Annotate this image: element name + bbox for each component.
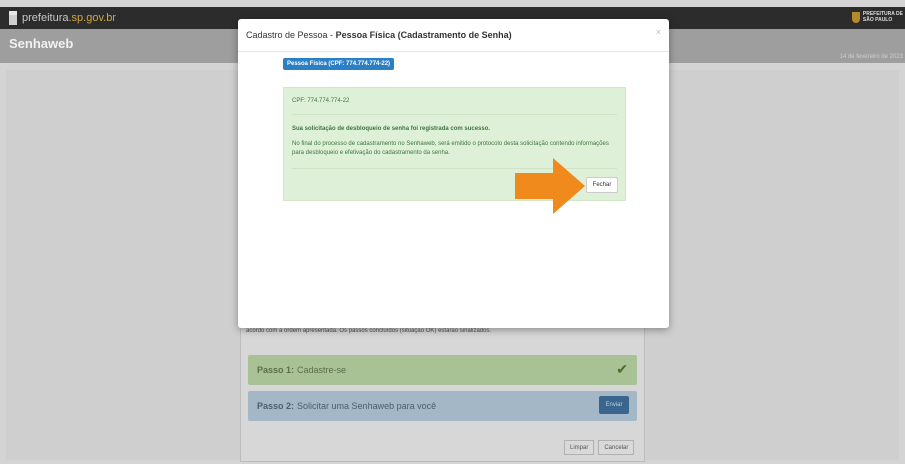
step-1-text[interactable]: Cadastre-se [297,365,346,375]
step-1-label: Passo 1: [257,365,295,375]
divider [292,114,617,115]
cancelar-button[interactable]: Cancelar [598,440,635,455]
pref-line2: SÃO PAULO [862,17,893,23]
logo-accent: .sp.gov.br [68,12,116,24]
close-icon[interactable]: × [656,27,661,37]
fechar-button[interactable]: Fechar [586,177,618,193]
modal-title-prefix: Cadastro de Pessoa - [246,30,336,40]
instructions-text: acordo com a ordem apresentada. Os passo… [246,328,492,334]
shield-icon [851,11,860,23]
step-1: Passo 1: Cadastre-se ✔ [248,355,637,385]
cpf-line: CPF: 774.774.774-22 [292,98,350,104]
modal-title-bold: Pessoa Física (Cadastramento de Senha) [335,30,512,40]
modal-header: Cadastro de Pessoa - Pessoa Física (Cada… [238,19,669,52]
step-2-text: Solicitar uma Senhaweb para você [297,401,437,411]
prefeitura-logo[interactable]: prefeitura.sp.gov.br [22,12,116,24]
limpar-button[interactable]: Limpar [564,440,595,455]
prefeitura-logo-icon [9,11,17,25]
app-title: Senhaweb [9,36,74,51]
arrow-right-icon [515,158,585,214]
logo-main: prefeitura [22,12,69,24]
prefeitura-sp-logo: PREFEITURA DE SÃO PAULO [851,11,903,23]
cpf-badge: Pessoa Física (CPF: 774.774.774-22) [283,58,395,70]
modal-title: Cadastro de Pessoa - Pessoa Física (Cada… [246,30,512,40]
step-2: Passo 2: Solicitar uma Senhaweb para voc… [248,391,637,421]
page: prefeitura.sp.gov.br PREFEITURA DE SÃO P… [0,0,905,464]
check-icon: ✔ [616,361,628,377]
form-actions: Limpar Cancelar [564,440,635,455]
success-title: Sua solicitação de desbloqueio de senha … [292,126,491,132]
current-date: 14 de fevereiro de 2023 [839,54,903,60]
enviar-button[interactable]: Enviar [599,396,629,414]
modal-dialog: Cadastro de Pessoa - Pessoa Física (Cada… [238,19,669,328]
arrow-shape [515,158,585,214]
step-2-label: Passo 2: [257,401,295,411]
